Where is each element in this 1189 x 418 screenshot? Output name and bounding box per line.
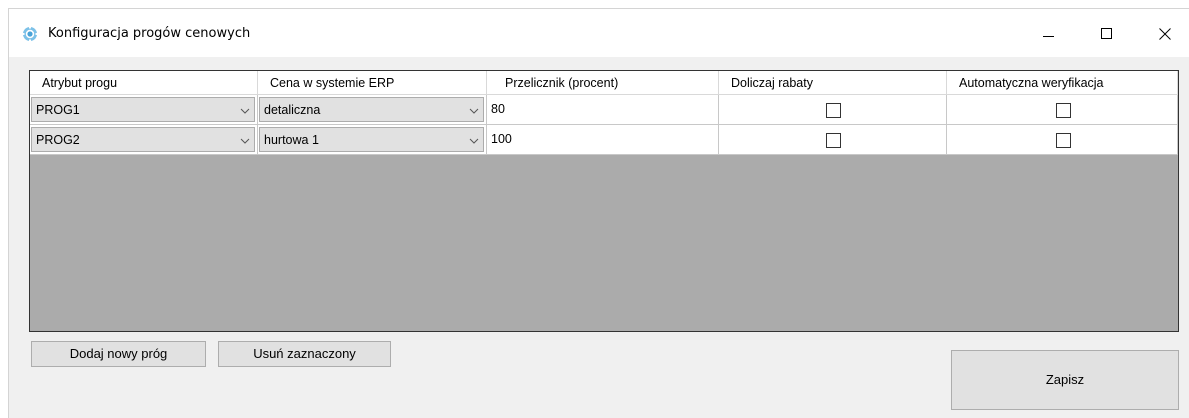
include-discounts-checkbox[interactable] bbox=[826, 103, 841, 118]
erp-price-value: hurtowa 1 bbox=[264, 133, 319, 147]
maximize-button[interactable] bbox=[1084, 19, 1130, 49]
column-header-auto-verify[interactable]: Automatyczna weryfikacja bbox=[947, 71, 1178, 95]
add-threshold-button[interactable]: Dodaj nowy próg bbox=[31, 341, 206, 367]
multiplier-cell[interactable]: 100 bbox=[487, 125, 719, 155]
multiplier-cell[interactable]: 80 bbox=[487, 95, 719, 125]
grid-header: Atrybut progu Cena w systemie ERP Przeli… bbox=[30, 71, 1178, 95]
erp-price-combo[interactable]: detaliczna bbox=[259, 97, 484, 122]
column-header-multiplier[interactable]: Przelicznik (procent) bbox=[487, 71, 719, 95]
include-discounts-cell bbox=[719, 125, 947, 155]
attribute-combo[interactable]: PROG2 bbox=[31, 127, 255, 152]
maximize-icon bbox=[1101, 28, 1112, 39]
attribute-value: PROG1 bbox=[36, 103, 80, 117]
erp-price-cell[interactable]: detaliczna bbox=[258, 95, 487, 125]
include-discounts-checkbox[interactable] bbox=[826, 133, 841, 148]
config-window: Konfiguracja progów cenowych Atrybut pro… bbox=[8, 8, 1189, 418]
auto-verify-checkbox[interactable] bbox=[1056, 133, 1071, 148]
attribute-cell[interactable]: PROG2 bbox=[30, 125, 258, 155]
chevron-down-icon[interactable] bbox=[469, 137, 479, 145]
auto-verify-cell bbox=[947, 125, 1178, 155]
auto-verify-checkbox[interactable] bbox=[1056, 103, 1071, 118]
attribute-cell[interactable]: PROG1 bbox=[30, 95, 258, 125]
auto-verify-cell bbox=[947, 95, 1178, 125]
chevron-down-icon[interactable] bbox=[240, 107, 250, 115]
window-title: Konfiguracja progów cenowych bbox=[48, 26, 251, 41]
chevron-down-icon[interactable] bbox=[240, 137, 250, 145]
erp-price-cell[interactable]: hurtowa 1 bbox=[258, 125, 487, 155]
table-row[interactable]: PROG1 detaliczna 80 bbox=[30, 95, 1178, 125]
threshold-grid[interactable]: Atrybut progu Cena w systemie ERP Przeli… bbox=[29, 70, 1179, 332]
title-bar: Konfiguracja progów cenowych bbox=[9, 9, 1189, 57]
attribute-value: PROG2 bbox=[36, 133, 80, 147]
attribute-combo[interactable]: PROG1 bbox=[31, 97, 255, 122]
erp-price-value: detaliczna bbox=[264, 103, 321, 117]
gear-icon bbox=[22, 26, 38, 42]
column-header-include-discounts[interactable]: Doliczaj rabaty bbox=[719, 71, 947, 95]
erp-price-combo[interactable]: hurtowa 1 bbox=[259, 127, 484, 152]
save-button[interactable]: Zapisz bbox=[951, 350, 1179, 410]
minimize-icon bbox=[1043, 36, 1054, 37]
include-discounts-cell bbox=[719, 95, 947, 125]
column-header-erp-price[interactable]: Cena w systemie ERP bbox=[258, 71, 487, 95]
minimize-button[interactable] bbox=[1026, 19, 1072, 49]
delete-selected-button[interactable]: Usuń zaznaczony bbox=[218, 341, 391, 367]
column-header-attribute[interactable]: Atrybut progu bbox=[30, 71, 258, 95]
close-icon bbox=[1159, 28, 1171, 40]
multiplier-value: 100 bbox=[491, 132, 512, 146]
close-button[interactable] bbox=[1142, 19, 1188, 49]
table-row[interactable]: PROG2 hurtowa 1 100 bbox=[30, 125, 1178, 155]
multiplier-value: 80 bbox=[491, 102, 505, 116]
chevron-down-icon[interactable] bbox=[469, 107, 479, 115]
